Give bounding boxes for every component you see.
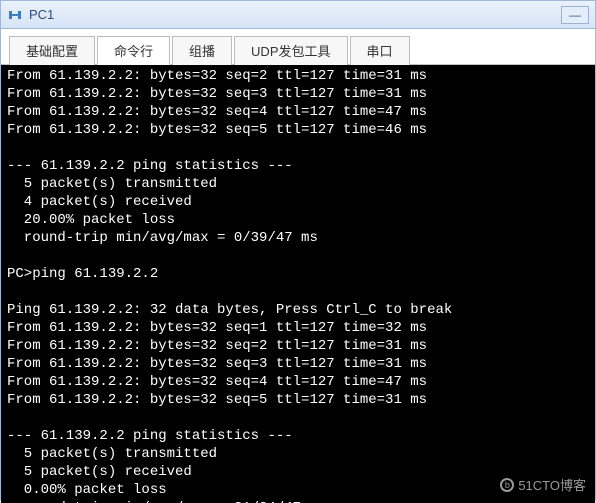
tab-multicast[interactable]: 组播 — [172, 36, 232, 65]
title-left: PC1 — [7, 7, 54, 23]
tab-bar: 基础配置 命令行 组播 UDP发包工具 串口 — [1, 29, 595, 65]
titlebar[interactable]: PC1 — — [1, 1, 595, 29]
minimize-icon: — — [569, 8, 581, 22]
window-title: PC1 — [29, 7, 54, 22]
tab-label: 组播 — [189, 44, 215, 59]
tab-label: UDP发包工具 — [251, 44, 330, 59]
tab-udp-tool[interactable]: UDP发包工具 — [234, 36, 347, 65]
tab-basic-config[interactable]: 基础配置 — [9, 36, 95, 65]
minimize-button[interactable]: — — [561, 6, 589, 24]
tab-label: 串口 — [367, 44, 393, 59]
terminal[interactable]: From 61.139.2.2: bytes=32 seq=2 ttl=127 … — [1, 65, 595, 503]
tab-serial[interactable]: 串口 — [350, 36, 410, 65]
tab-label: 命令行 — [114, 44, 153, 59]
watermark-text: 51CTO博客 — [518, 475, 586, 494]
terminal-output: From 61.139.2.2: bytes=32 seq=2 ttl=127 … — [7, 68, 452, 503]
tab-command-line[interactable]: 命令行 — [97, 36, 170, 65]
app-window: PC1 — 基础配置 命令行 组播 UDP发包工具 串口 From 61.139… — [0, 0, 596, 500]
app-icon — [7, 7, 23, 23]
tab-label: 基础配置 — [26, 44, 78, 59]
watermark-icon: b — [500, 478, 514, 492]
watermark: b 51CTO博客 — [500, 475, 586, 494]
